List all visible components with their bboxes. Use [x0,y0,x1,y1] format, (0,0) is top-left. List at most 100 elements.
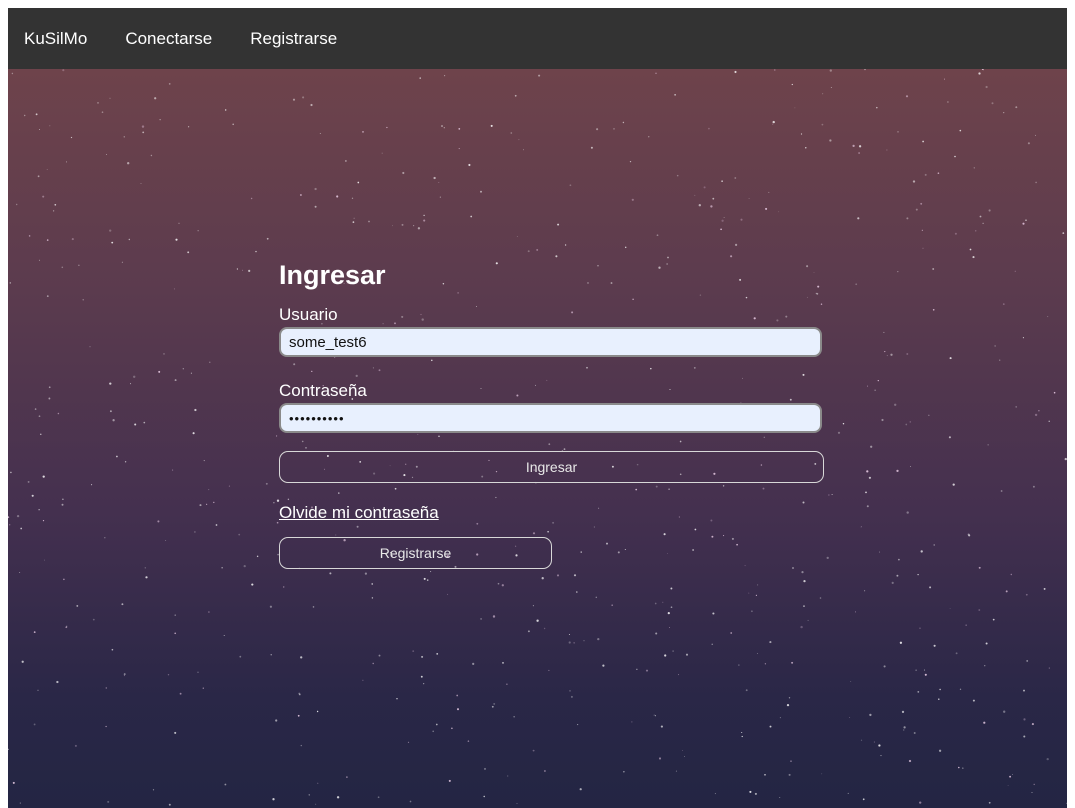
login-submit-button[interactable]: Ingresar [279,451,824,483]
star-dot [38,415,41,418]
star-dot [310,103,313,107]
star-dot [778,211,780,213]
star-dot [111,241,114,244]
star-dot [46,295,49,297]
star-dot [19,802,21,804]
nav-brand-link[interactable]: KuSilMo [24,29,87,49]
star-dot [865,491,867,494]
star-dot [947,101,949,103]
star-dot [470,215,473,218]
star-dot [924,673,927,676]
star-dot [213,501,215,504]
star-dot [518,139,520,141]
star-dot [772,120,775,124]
star-dot [221,567,223,569]
star-dot [543,627,546,630]
star-dot [570,695,573,698]
star-dot [675,770,677,772]
star-dot [1035,181,1037,184]
star-dot [441,125,443,127]
star-dot [396,698,398,700]
star-dot [386,126,388,129]
star-dot [123,136,125,138]
star-dot [65,626,68,629]
star-dot [1022,337,1024,339]
star-dot [502,661,504,664]
star-dot [973,167,975,169]
star-dot [884,351,886,353]
star-dot [109,229,112,232]
star-dot [456,694,459,697]
star-dot [187,126,190,128]
nav-link-conectarse[interactable]: Conectarse [125,29,212,49]
star-dot [854,611,857,613]
star-dot [915,669,917,671]
register-button[interactable]: Registrarse [279,537,552,569]
nav-link-registrarse[interactable]: Registrarse [250,29,337,49]
star-dot [501,584,504,587]
star-dot [624,246,627,249]
star-dot [31,494,34,497]
star-dot [860,739,863,741]
star-dot [968,534,971,537]
star-dot [748,592,750,594]
star-dot [954,155,956,158]
app-viewport: KuSilMo Conectarse Registrarse Ingresar … [8,8,1067,808]
star-dot [984,665,986,667]
star-dot [417,227,421,230]
star-dot [423,214,425,217]
star-dot [8,516,10,519]
star-dot [105,725,107,728]
star-dot [538,74,541,77]
star-dot [682,749,683,751]
star-dot [917,573,919,576]
username-input[interactable] [279,327,822,357]
star-dot [266,237,269,240]
star-dot [224,783,227,786]
star-dot [568,634,570,635]
star-dot [664,654,667,657]
star-dot [860,526,862,528]
star-dot [377,796,380,799]
star-dot [28,235,31,237]
star-dot [667,611,670,615]
star-dot [516,802,518,804]
star-dot [1048,667,1050,669]
star-dot [483,767,487,770]
password-input[interactable] [279,403,822,433]
star-dot [791,661,794,664]
star-dot [866,470,869,473]
star-dot [952,483,955,486]
star-dot [44,559,45,561]
star-dot [353,217,355,219]
star-dot [483,795,485,798]
star-dot [730,255,733,258]
star-dot [595,596,598,599]
star-dot [467,740,470,742]
star-dot [928,414,930,416]
star-dot [541,577,544,580]
star-dot [276,435,278,437]
star-dot [336,796,340,799]
star-dot [903,726,906,729]
star-dot [723,217,725,218]
star-dot [765,207,768,210]
star-dot [250,197,253,200]
star-dot [1000,490,1003,492]
star-dot [978,566,981,569]
star-dot [82,299,84,301]
star-dot [27,480,30,483]
star-dot [299,194,302,196]
star-dot [890,353,893,356]
star-dot [46,169,48,170]
star-dot [42,519,45,522]
username-group: Usuario [279,305,824,357]
star-dot [932,268,935,270]
forgot-password-link[interactable]: Olvide mi contraseña [279,503,439,523]
star-dot [901,710,905,714]
star-dot [163,353,165,355]
star-dot [972,256,975,259]
star-dot [557,223,560,226]
star-dot [197,230,199,232]
star-dot [878,551,881,553]
